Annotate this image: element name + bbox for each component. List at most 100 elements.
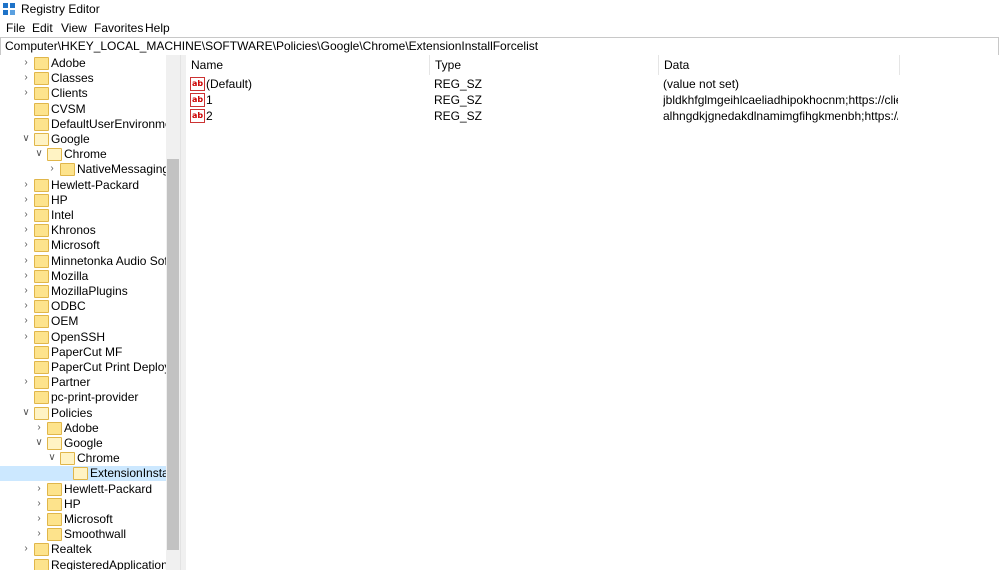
tree-item[interactable]: › Adobe — [0, 56, 166, 71]
expand-chevron-icon[interactable]: › — [21, 286, 31, 296]
tree-item[interactable]: DefaultUserEnvironment — [0, 117, 180, 132]
value-row[interactable]: ab 2 REG_SZ alhngdkjgnedakdlnamimgfihgkmenb… — [186, 108, 999, 124]
expand-chevron-icon[interactable]: › — [21, 73, 31, 83]
column-header-name[interactable]: Name — [186, 55, 430, 75]
menu-favorites[interactable]: Favorites — [94, 21, 143, 35]
tree-item-label: Khronos — [51, 223, 96, 238]
folder-icon — [34, 315, 49, 329]
tree-item[interactable]: › Smoothwall — [0, 527, 166, 542]
tree-item[interactable]: › Hewlett-Packard — [0, 178, 166, 193]
expand-chevron-icon[interactable]: › — [21, 210, 31, 220]
expand-chevron-icon[interactable]: › — [34, 422, 44, 433]
tree-item[interactable]: › Adobe — [0, 421, 166, 436]
tree-item[interactable]: › OEM — [0, 314, 166, 329]
tree-item[interactable]: RegisteredApplications — [0, 558, 174, 570]
collapse-chevron-icon[interactable]: ∨ — [21, 407, 31, 418]
tree-item-label: Minnetonka Audio Softwa — [51, 253, 180, 268]
menu-file[interactable]: File — [6, 21, 25, 35]
tree-item[interactable]: › Minnetonka Audio Softwa — [0, 254, 180, 269]
tree-item[interactable]: › Clients — [0, 86, 166, 101]
address-path[interactable]: Computer\HKEY_LOCAL_MACHINE\SOFTWARE\Pol… — [5, 39, 538, 53]
expand-chevron-icon[interactable]: › — [21, 58, 31, 68]
expand-chevron-icon[interactable]: › — [21, 88, 31, 98]
value-type: REG_SZ — [434, 93, 483, 107]
expand-chevron-icon[interactable]: › — [34, 498, 44, 509]
expand-chevron-icon[interactable]: › — [21, 544, 31, 554]
tree-item[interactable]: › HP — [0, 193, 166, 208]
value-name: 1 — [206, 93, 213, 107]
menu-view[interactable]: View — [61, 21, 87, 35]
expand-chevron-icon[interactable]: › — [21, 301, 31, 311]
folder-icon — [47, 148, 62, 162]
expand-chevron-icon[interactable]: › — [21, 255, 31, 266]
value-row[interactable]: ab (Default) REG_SZ (value not set) — [186, 76, 999, 92]
address-bar[interactable]: Computer\HKEY_LOCAL_MACHINE\SOFTWARE\Pol… — [0, 37, 999, 56]
tree-item[interactable]: CVSM — [0, 102, 166, 117]
expand-chevron-icon[interactable]: › — [47, 164, 57, 174]
collapse-chevron-icon[interactable]: ∨ — [21, 134, 31, 144]
tree-item[interactable]: pc-print-provider — [0, 390, 166, 405]
menu-edit[interactable]: Edit — [32, 21, 53, 35]
tree-item[interactable]: ∨ Google — [0, 132, 166, 147]
folder-icon — [34, 254, 49, 268]
collapse-chevron-icon[interactable]: ∨ — [34, 149, 44, 159]
tree-item[interactable]: › HP — [0, 497, 166, 512]
tree-item[interactable]: › OpenSSH — [0, 330, 166, 345]
tree-item[interactable]: ExtensionInstallF — [0, 466, 180, 482]
string-value-icon: ab — [190, 77, 205, 91]
column-header-data[interactable]: Data — [659, 55, 900, 75]
value-row[interactable]: ab 1 REG_SZ jbldkhfglmgeihlcaeliadhipokhocn… — [186, 92, 999, 108]
expand-chevron-icon[interactable]: › — [21, 377, 31, 387]
value-data: jbldkhfglmgeihlcaeliadhipokhocnm;https:/… — [663, 93, 898, 107]
value-data: alhngdkjgnedakdlnamimgfihgkmenbh;https:/… — [663, 109, 898, 123]
expand-chevron-icon[interactable]: › — [21, 240, 31, 250]
tree-item[interactable]: › Realtek — [0, 542, 166, 557]
menu-help[interactable]: Help — [145, 21, 170, 35]
collapse-chevron-icon[interactable]: ∨ — [34, 438, 44, 448]
expand-chevron-icon[interactable]: › — [21, 331, 31, 342]
values-list[interactable]: Name Type Data ab (Default) REG_SZ (value n… — [186, 55, 999, 570]
tree-item[interactable]: › Hewlett-Packard — [0, 482, 166, 497]
expand-chevron-icon[interactable]: › — [21, 179, 31, 190]
expand-chevron-icon[interactable]: › — [21, 270, 31, 281]
tree-item[interactable]: › Classes — [0, 71, 166, 86]
column-header-type[interactable]: Type — [430, 55, 659, 75]
folder-icon — [34, 285, 49, 298]
collapse-chevron-icon[interactable]: ∨ — [47, 453, 57, 463]
folder-icon — [34, 543, 49, 557]
tree-item[interactable]: › Mozilla — [0, 269, 166, 284]
string-value-icon: ab — [190, 109, 205, 123]
tree-item[interactable]: PaperCut Print Deploy Clie — [0, 360, 180, 375]
tree-item[interactable]: › Partner — [0, 375, 166, 390]
expand-chevron-icon[interactable]: › — [21, 194, 31, 205]
expand-chevron-icon[interactable]: › — [34, 514, 44, 524]
folder-icon — [34, 224, 49, 238]
tree-scrollbar-thumb[interactable] — [167, 159, 179, 550]
tree-item[interactable]: › Intel — [0, 208, 166, 223]
tree-item[interactable]: ∨ Policies — [0, 406, 166, 421]
expand-chevron-icon[interactable]: › — [21, 316, 31, 326]
tree-item[interactable]: ∨ Chrome — [0, 147, 166, 162]
tree-item[interactable]: › Microsoft — [0, 512, 166, 527]
key-tree[interactable]: › Adobe › Classes › Clients CVSM DefaultUserEnv… — [0, 55, 180, 570]
tree-item[interactable]: › NativeMessagingHo — [0, 162, 180, 177]
tree-item[interactable]: › ODBC — [0, 299, 166, 314]
tree-item[interactable]: › Khronos — [0, 223, 166, 238]
expand-chevron-icon[interactable]: › — [34, 483, 44, 494]
expand-chevron-icon[interactable]: › — [34, 529, 44, 539]
tree-item-label: Classes — [51, 71, 94, 86]
tree-item[interactable]: PaperCut MF — [0, 345, 166, 360]
tree-item[interactable]: › Microsoft — [0, 238, 166, 253]
tree-scrollbar[interactable] — [166, 55, 180, 570]
folder-icon — [34, 178, 49, 192]
value-data: (value not set) — [663, 77, 740, 91]
tree-item-label: Microsoft — [51, 238, 100, 253]
expand-chevron-icon[interactable]: › — [21, 225, 31, 235]
tree-item[interactable]: ∨ Google — [0, 436, 166, 451]
folder-icon — [34, 391, 49, 405]
tree-item-label: Policies — [51, 405, 93, 420]
folder-icon — [60, 452, 75, 466]
folder-icon — [34, 102, 49, 116]
tree-item[interactable]: › MozillaPlugins — [0, 284, 166, 299]
tree-item[interactable]: ∨ Chrome — [0, 451, 166, 466]
